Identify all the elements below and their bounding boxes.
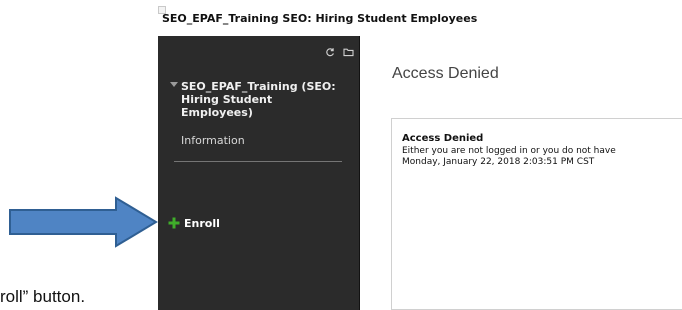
content-heading: Access Denied xyxy=(392,65,499,82)
callout-arrow-icon xyxy=(9,196,158,248)
sidebar-divider xyxy=(174,161,342,162)
caret-down-icon[interactable] xyxy=(170,82,178,87)
message-title: Access Denied xyxy=(402,133,484,144)
course-title[interactable]: SEO_EPAF_Training (SEO: Hiring Student E… xyxy=(181,80,347,119)
message-timestamp: Monday, January 22, 2018 2:03:51 PM CST xyxy=(402,157,595,167)
screenshot-page: SEO_EPAF_Training SEO: Hiring Student Em… xyxy=(0,0,682,310)
access-denied-panel: Access Denied Either you are not logged … xyxy=(391,118,682,310)
enroll-label: Enroll xyxy=(184,216,220,230)
caption-text: roll” button. xyxy=(0,287,86,306)
page-title: SEO_EPAF_Training SEO: Hiring Student Em… xyxy=(162,12,478,25)
enroll-button[interactable]: Enroll xyxy=(168,216,220,230)
folder-icon[interactable] xyxy=(343,42,354,57)
sidebar-item-information[interactable]: Information xyxy=(181,134,245,147)
refresh-icon[interactable] xyxy=(325,42,335,57)
message-text: Either you are not logged in or you do n… xyxy=(402,146,616,156)
sidebar-tools xyxy=(325,42,354,57)
course-sidebar: SEO_EPAF_Training (SEO: Hiring Student E… xyxy=(158,36,360,310)
plus-icon xyxy=(168,217,180,229)
